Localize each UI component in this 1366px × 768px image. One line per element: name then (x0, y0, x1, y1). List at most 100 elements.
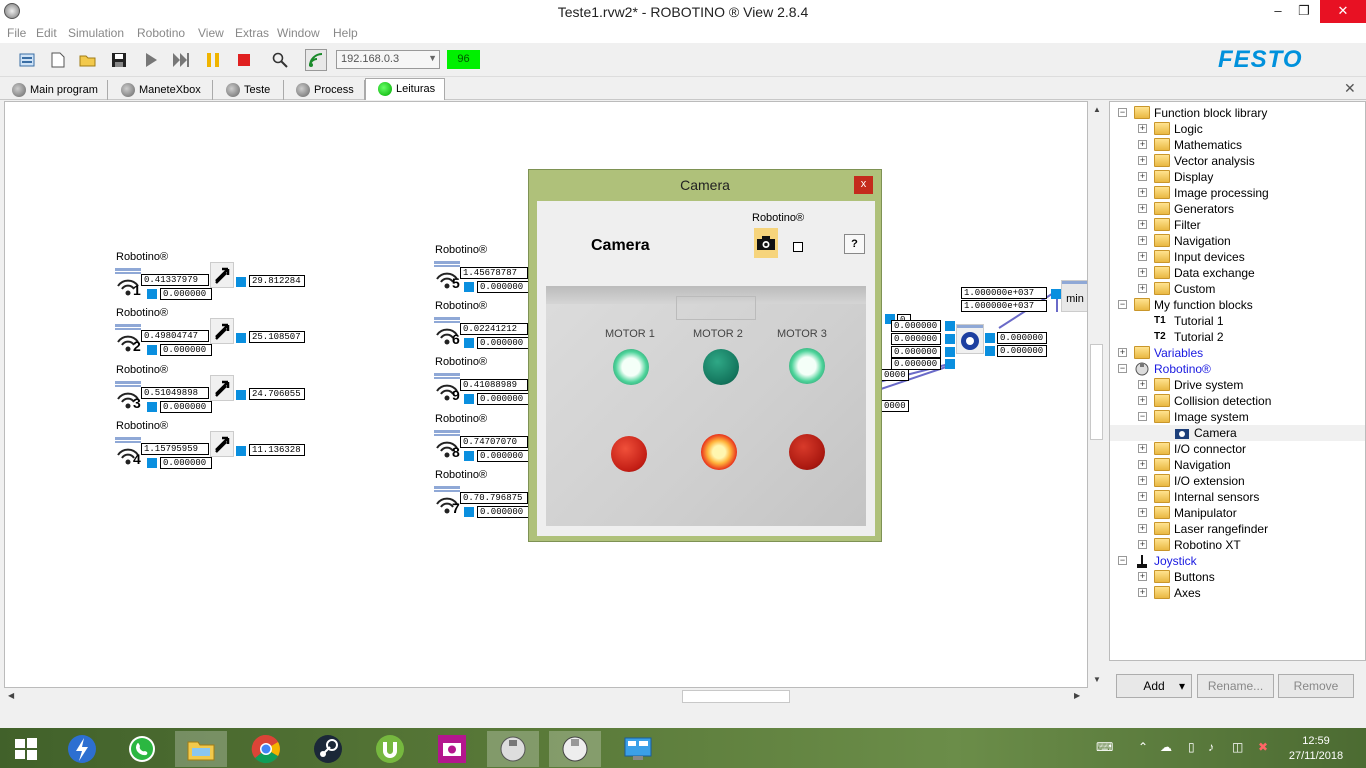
steam-icon[interactable] (302, 731, 354, 767)
tree-item[interactable]: + Axes (1110, 585, 1365, 601)
expand-icon[interactable]: + (1138, 124, 1147, 133)
utorrent-icon[interactable] (364, 731, 416, 767)
expand-icon[interactable]: + (1138, 540, 1147, 549)
port[interactable] (945, 321, 955, 331)
close-tab-icon[interactable]: ✕ (1344, 80, 1356, 97)
expand-icon[interactable]: + (1138, 140, 1147, 149)
play-icon[interactable] (142, 51, 160, 69)
port[interactable] (236, 277, 246, 287)
expand-icon[interactable]: + (1138, 460, 1147, 469)
expand-icon[interactable]: + (1138, 156, 1147, 165)
menu-extras[interactable]: Extras (235, 26, 269, 40)
scroll-thumb[interactable] (682, 690, 790, 703)
tree-item[interactable]: + Mathematics (1110, 137, 1365, 153)
tree-item[interactable]: T2 Tutorial 2 (1110, 329, 1365, 345)
tree-item[interactable]: − Robotino® (1110, 361, 1365, 377)
expand-icon[interactable]: + (1138, 268, 1147, 277)
maximize-button[interactable]: ❐ (1284, 0, 1324, 23)
tree-item[interactable]: + I/O extension (1110, 473, 1365, 489)
tree-item[interactable]: + Generators (1110, 201, 1365, 217)
scroll-left-icon[interactable]: ◀ (8, 691, 14, 700)
tree-item[interactable]: + I/O connector (1110, 441, 1365, 457)
step-icon[interactable] (172, 51, 190, 69)
tree-item[interactable]: + Filter (1110, 217, 1365, 233)
tab-main-program[interactable]: Main program (0, 80, 108, 100)
robotino-view-icon[interactable] (549, 731, 601, 767)
tree-item[interactable]: + Vector analysis (1110, 153, 1365, 169)
menu-view[interactable]: View (198, 26, 224, 40)
collapse-icon[interactable]: − (1138, 412, 1147, 421)
tab-manetexbox[interactable]: ManeteXbox (109, 80, 213, 100)
tree-item[interactable]: + Collision detection (1110, 393, 1365, 409)
collapse-icon[interactable]: − (1118, 364, 1127, 373)
taskbar-clock[interactable]: 12:59 27/11/2018 (1286, 734, 1346, 764)
expand-icon[interactable]: + (1138, 220, 1147, 229)
properties-icon[interactable] (18, 51, 36, 69)
port[interactable] (147, 289, 157, 299)
port[interactable] (985, 346, 995, 356)
expand-icon[interactable]: + (1138, 188, 1147, 197)
battery-icon[interactable]: ▯ (1188, 740, 1195, 754)
scroll-thumb[interactable] (1090, 344, 1103, 440)
min-block[interactable]: min (1061, 280, 1087, 312)
tree-item[interactable]: T1 Tutorial 1 (1110, 313, 1365, 329)
pause-icon[interactable] (204, 51, 222, 69)
connect-icon[interactable] (305, 49, 327, 71)
port[interactable] (464, 451, 474, 461)
expand-icon[interactable]: + (1138, 236, 1147, 245)
rename-button[interactable]: Rename... (1197, 674, 1274, 698)
expand-icon[interactable]: + (1138, 204, 1147, 213)
windows-start-icon[interactable] (0, 731, 52, 767)
port[interactable] (464, 338, 474, 348)
menu-edit[interactable]: Edit (36, 26, 57, 40)
horizontal-scrollbar[interactable]: ◀ ▶ (4, 688, 1088, 705)
expand-icon[interactable]: + (1138, 492, 1147, 501)
expand-icon[interactable]: + (1138, 588, 1147, 597)
port[interactable] (236, 446, 246, 456)
scroll-up-icon[interactable]: ▲ (1093, 105, 1101, 114)
port[interactable] (1051, 289, 1061, 299)
tree-item[interactable]: + Manipulator (1110, 505, 1365, 521)
tree-item[interactable]: + Navigation (1110, 457, 1365, 473)
volume-icon[interactable]: ♪ (1208, 740, 1214, 754)
menu-robotino[interactable]: Robotino (137, 26, 185, 40)
save-icon[interactable] (110, 51, 128, 69)
ip-address-combo[interactable]: 192.168.0.3 ▼ (336, 50, 440, 69)
port[interactable] (945, 347, 955, 357)
expand-icon[interactable]: + (1138, 396, 1147, 405)
port[interactable] (236, 333, 246, 343)
stop-icon[interactable] (235, 51, 253, 69)
tree-item[interactable]: + Internal sensors (1110, 489, 1365, 505)
close-button[interactable]: ✕ (1320, 0, 1366, 23)
remove-button[interactable]: Remove (1278, 674, 1354, 698)
port[interactable] (147, 458, 157, 468)
tree-item[interactable]: + Drive system (1110, 377, 1365, 393)
port[interactable] (945, 334, 955, 344)
port[interactable] (945, 359, 955, 369)
scroll-down-icon[interactable]: ▼ (1093, 675, 1101, 684)
chrome-icon[interactable] (240, 731, 292, 767)
network-icon[interactable]: ◫ (1232, 740, 1243, 754)
expand-icon[interactable]: + (1138, 572, 1147, 581)
tab-process[interactable]: Process (284, 80, 365, 100)
port[interactable] (464, 394, 474, 404)
lightning-app-icon[interactable] (56, 731, 108, 767)
file-explorer-icon[interactable] (175, 731, 227, 767)
tree-item[interactable]: + Logic (1110, 121, 1365, 137)
chevron-down-icon[interactable]: ▼ (428, 53, 437, 63)
port[interactable] (147, 402, 157, 412)
tab-leituras[interactable]: Leituras (365, 78, 445, 100)
expand-icon[interactable]: + (1138, 284, 1147, 293)
new-icon[interactable] (49, 51, 67, 69)
expand-icon[interactable]: + (1138, 444, 1147, 453)
dialog-close-button[interactable]: x (854, 176, 873, 194)
tree-item[interactable]: − Joystick (1110, 553, 1365, 569)
port[interactable] (147, 345, 157, 355)
expand-icon[interactable]: + (1138, 508, 1147, 517)
expand-icon[interactable]: + (1138, 252, 1147, 261)
tree-item[interactable]: + Laser rangefinder (1110, 521, 1365, 537)
port[interactable] (236, 390, 246, 400)
add-dropdown-arrow[interactable]: ▾ (1179, 675, 1185, 697)
tree-item[interactable]: + Robotino XT (1110, 537, 1365, 553)
menu-window[interactable]: Window (277, 26, 320, 40)
